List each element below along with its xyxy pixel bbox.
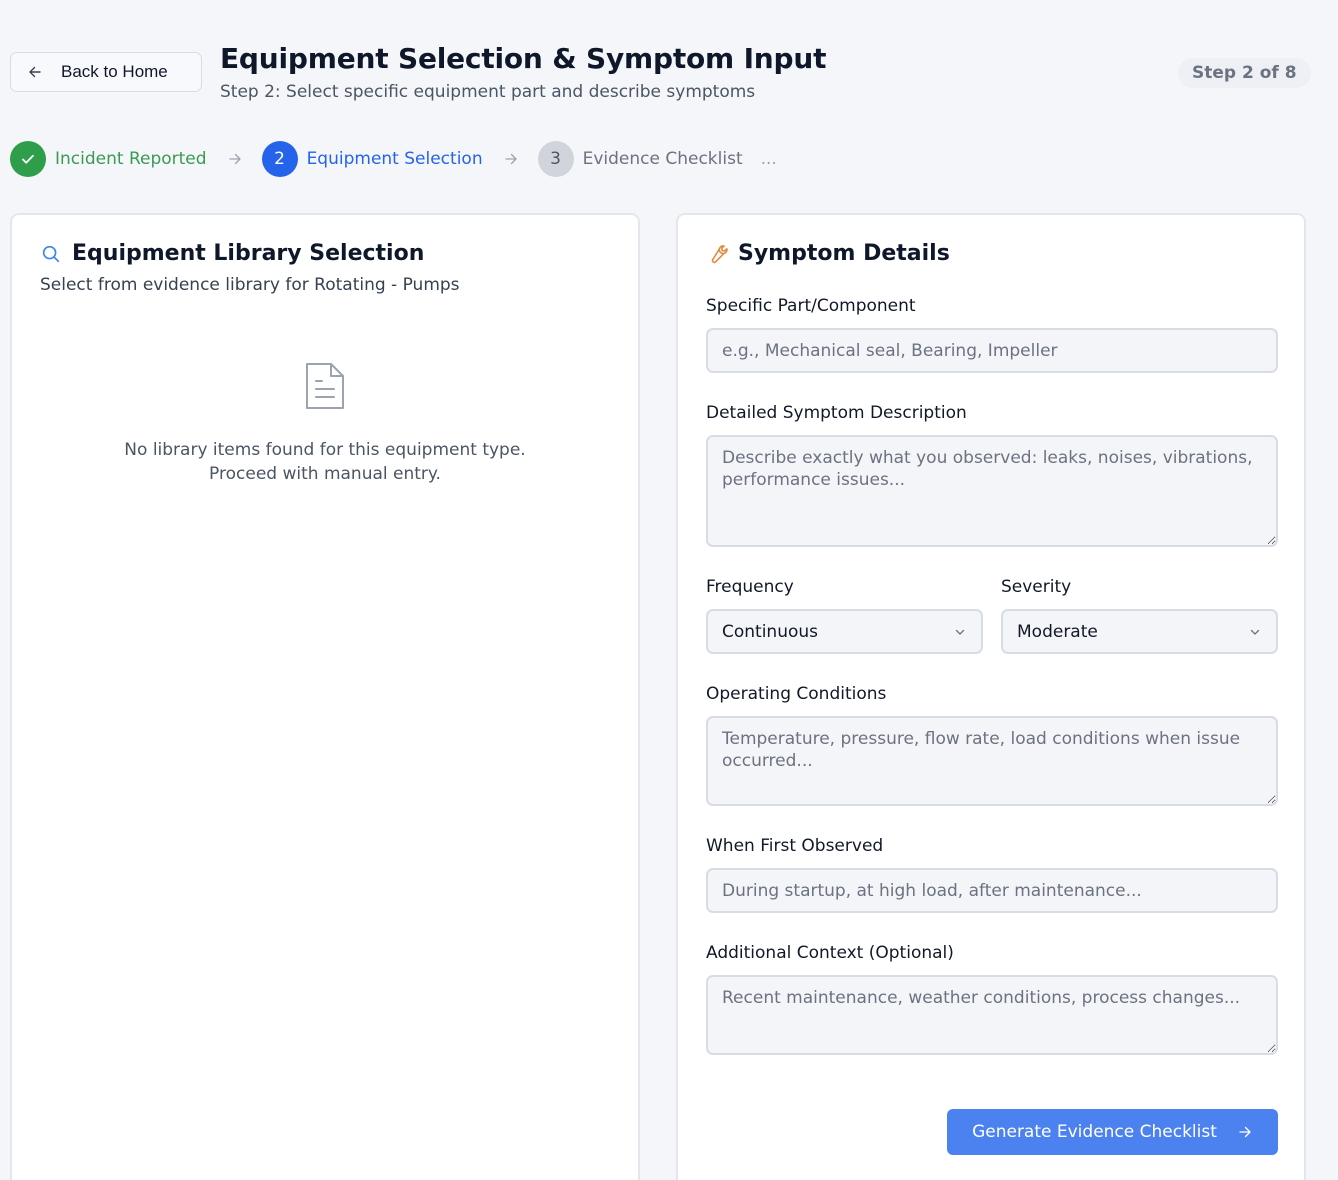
severity-select[interactable]: Moderate [1001, 609, 1278, 654]
symptom-description-textarea[interactable] [706, 435, 1278, 547]
page-title: Equipment Selection & Symptom Input [220, 42, 827, 75]
generate-button-label: Generate Evidence Checklist [972, 1122, 1217, 1142]
frequency-label: Frequency [706, 577, 794, 597]
additional-context-label: Additional Context (Optional) [706, 943, 954, 963]
severity-value: Moderate [1017, 621, 1098, 642]
part-component-input[interactable] [706, 328, 1278, 373]
arrow-right-icon [504, 153, 517, 165]
severity-label: Severity [1001, 577, 1072, 597]
first-observed-label: When First Observed [706, 836, 884, 856]
page: Back to Home Equipment Selection & Sympt… [0, 0, 1338, 1180]
arrow-right-icon [228, 153, 241, 165]
operating-conditions-label: Operating Conditions [706, 684, 887, 704]
symptom-title-text: Symptom Details [738, 241, 950, 266]
document-icon [306, 363, 344, 409]
frequency-value: Continuous [722, 621, 819, 642]
step-label: Evidence Checklist [582, 149, 743, 169]
step-equipment-selection: 2 Equipment Selection [261, 141, 483, 177]
library-card-title: Equipment Library Selection [40, 241, 424, 266]
step-badge: Step 2 of 8 [1178, 58, 1311, 88]
wrench-icon [711, 244, 728, 263]
step-number: 3 [537, 141, 574, 177]
arrow-left-icon [29, 66, 41, 78]
progress-steps: Incident Reported 2 Equipment Selection … [10, 141, 777, 177]
back-to-home-button[interactable]: Back to Home [10, 52, 202, 92]
chevron-down-icon [955, 629, 965, 635]
back-to-home-label: Back to Home [61, 62, 168, 81]
symptom-card-title: Symptom Details [706, 241, 950, 266]
generate-evidence-checklist-button[interactable]: Generate Evidence Checklist [947, 1109, 1278, 1155]
operating-conditions-textarea[interactable] [706, 716, 1278, 806]
library-title-text: Equipment Library Selection [72, 241, 425, 266]
part-label: Specific Part/Component [706, 296, 916, 316]
library-description: Select from evidence library for Rotatin… [40, 275, 460, 295]
step-evidence-checklist: 3 Evidence Checklist [537, 141, 743, 177]
page-subtitle: Step 2: Select specific equipment part a… [220, 82, 756, 102]
equipment-library-card: Equipment Library Selection Select from … [10, 213, 640, 1180]
empty-message-line1: No library items found for this equipmen… [124, 440, 526, 460]
arrow-right-icon [1239, 1126, 1251, 1138]
frequency-select[interactable]: Continuous [706, 609, 983, 654]
empty-message-line2: Proceed with manual entry. [209, 464, 441, 484]
chevron-down-icon [1250, 629, 1260, 635]
step-label: Incident Reported [55, 149, 207, 169]
first-observed-input[interactable] [706, 868, 1278, 913]
symptom-details-card: Symptom Details Specific Part/Component … [676, 213, 1306, 1180]
step-incident-reported: Incident Reported [10, 141, 207, 177]
step-label: Equipment Selection [306, 149, 483, 169]
step-complete-check-icon [10, 141, 46, 177]
additional-context-textarea[interactable] [706, 975, 1278, 1055]
description-label: Detailed Symptom Description [706, 403, 967, 423]
library-empty-state: No library items found for this equipmen… [12, 360, 638, 486]
step-number: 2 [261, 141, 298, 177]
search-icon [42, 245, 60, 262]
steps-more-ellipsis: ... [760, 149, 777, 169]
